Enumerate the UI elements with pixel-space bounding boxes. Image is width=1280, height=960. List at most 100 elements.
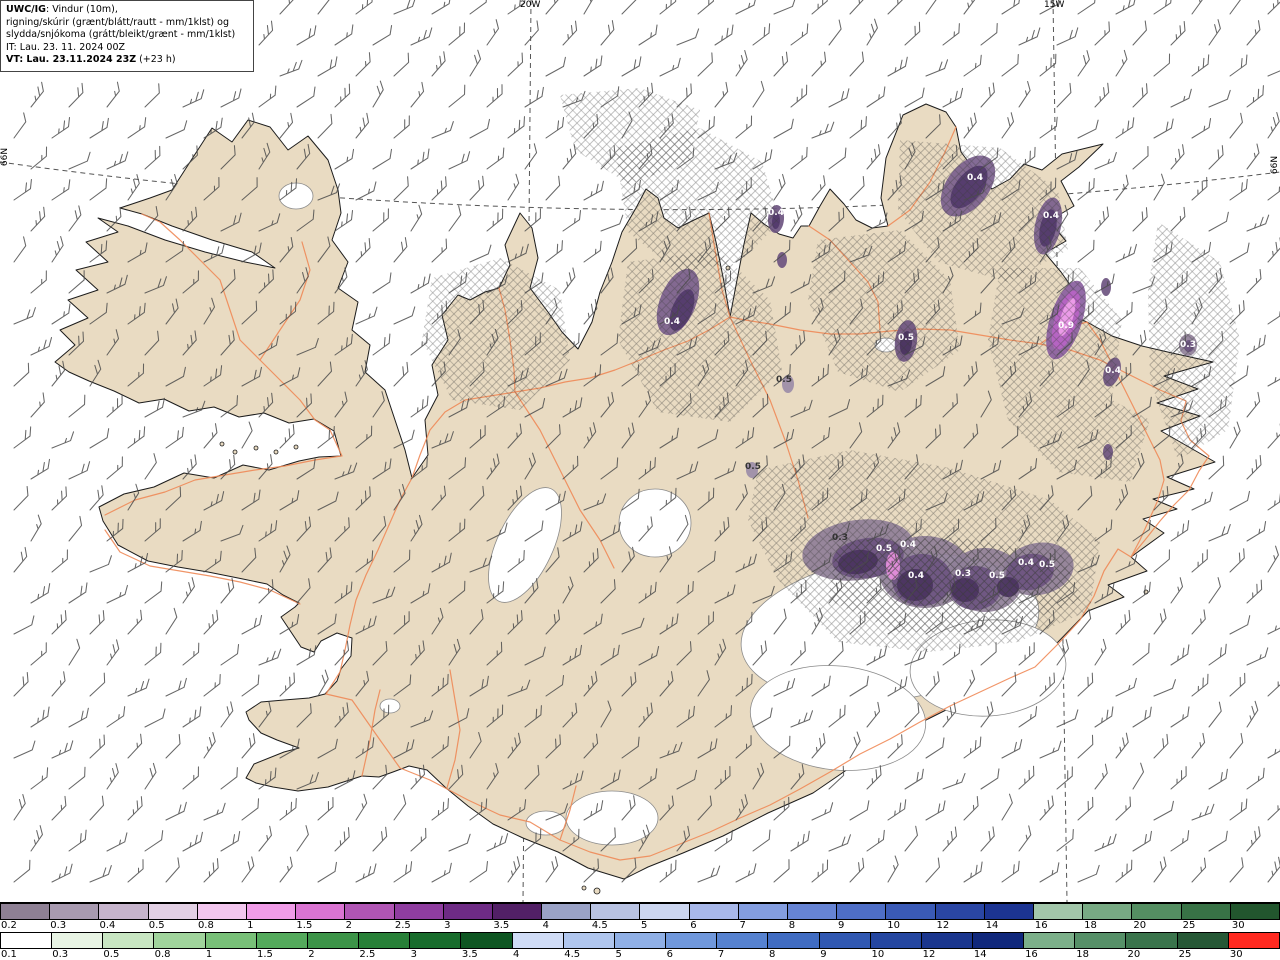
colorbar-cell <box>345 903 395 920</box>
colorbar-tick-label: 25 <box>1178 948 1192 960</box>
colorbar-cell <box>935 903 985 920</box>
colorbar-cell <box>837 903 887 920</box>
colorbar-tick-label: 30 <box>1231 920 1245 931</box>
legend-line-rain: rigning/skúrir (grænt/blátt/rautt - mm/1… <box>6 16 229 28</box>
colorbar-cell <box>1083 903 1133 920</box>
colorbar-cell <box>296 903 346 920</box>
colorbar-tick-label: 14 <box>985 920 999 931</box>
colorbar-tick-label: 9 <box>837 920 845 931</box>
legend-line-vt: VT: Lau. 23.11.2024 23Z (+23 h) <box>6 54 248 67</box>
precip-value-label: 0.4 <box>1018 558 1034 568</box>
lat-label-left-66n: 66N <box>0 147 11 167</box>
colorbar-tick-label: 6 <box>666 948 674 960</box>
legend-line-sleet: slydda/snjókoma (grátt/bleikt/grænt - mm… <box>6 29 236 41</box>
colorbar-tick-label: 3.5 <box>493 920 510 931</box>
colorbar-tick-label: 8 <box>769 948 776 960</box>
precip-value-label: 0.4 <box>1043 211 1059 221</box>
colorbar-cell <box>394 903 444 920</box>
colorbar-cell <box>154 931 206 949</box>
colorbar-tick-label: 18 <box>1076 948 1089 960</box>
precip-value-label: 0.4 <box>1105 366 1121 376</box>
colorbar-tick-label: 7 <box>717 948 725 960</box>
precipitation-colorbars: 0.2 0.3 0.4 0.5 0.8 1 1.5 2 2.5 3 3.5 4 4.5 5 6 7 8 9 10 12… <box>0 902 1280 960</box>
colorbar-tick-label: 5 <box>641 920 648 931</box>
colorbar-tick-label: 1.5 <box>257 948 273 960</box>
colorbar-cell <box>1228 931 1280 949</box>
colorbar-tick-label: 6 <box>690 920 697 931</box>
colorbar-tick-label: 0.4 <box>99 920 116 931</box>
colorbar-tick-label: 5 <box>615 948 622 960</box>
vt-offset: (+23 h) <box>136 54 176 66</box>
colorbar-tick-label: 2 <box>308 948 315 960</box>
legend-line-it: IT: Lau. 23. 11. 2024 00Z <box>6 41 126 53</box>
colorbar-tick-label: 10 <box>871 948 885 960</box>
colorbar-cell <box>886 903 936 920</box>
colorbar-cell <box>197 903 247 920</box>
precip-value-label: 0.3 <box>1180 340 1196 350</box>
precip-value-label: 0.5 <box>745 462 761 472</box>
precip-value-label: 0.5 <box>1039 560 1055 570</box>
colorbar-cell <box>819 931 871 949</box>
precip-value-label: 0.4 <box>664 317 680 327</box>
precip-value-label: 0.4 <box>768 208 784 218</box>
colorbar-cell <box>614 931 667 949</box>
colorbar-tick-label: 20 <box>1133 920 1147 931</box>
colorbar-cell <box>921 931 973 949</box>
colorbar-cell <box>443 903 493 920</box>
colorbar-cell <box>492 903 543 920</box>
precip-value-label: 0.4 <box>908 571 924 581</box>
colorbar-tick-label: 4 <box>542 920 549 931</box>
colorbar-tick-label: 4.5 <box>591 920 608 931</box>
title-rest: : Vindur (10m), <box>45 4 118 15</box>
colorbar-rain-labels: 0.1 0.3 0.5 0.8 1 1.5 2 2.5 3 3.5 4 4.5 5 6 7 8 9 10 12 14 1… <box>0 949 1280 960</box>
colorbar-tick-label: 20 <box>1127 948 1141 960</box>
colorbar-cell <box>410 931 462 949</box>
colorbar-tick-label: 2 <box>345 920 353 931</box>
colorbar-cell <box>984 903 1034 920</box>
legend-info-box: UWC/IG: Vindur (10m), rigning/skúrir (gr… <box>0 0 254 72</box>
colorbar-tick-label: 10 <box>887 920 900 931</box>
vt-time: VT: Lau. 23.11.2024 23Z <box>6 54 137 66</box>
colorbar-tick-label: 12 <box>936 920 950 931</box>
colorbar-cell <box>103 931 155 949</box>
colorbar-cell <box>461 931 513 949</box>
weather-map-page: 0.4 0.4 0.4 0.4 0.5 0.9 0.4 0.3 0.5 0.5 0.3 0.5 0.4 0… <box>0 0 1280 960</box>
colorbar-tick-label: 0.5 <box>103 948 120 960</box>
colorbar-tick-label: 0.3 <box>50 920 67 931</box>
colorbar-tick-label: 30 <box>1229 948 1243 960</box>
colorbar-tick-label: 2.5 <box>359 948 376 960</box>
precip-value-label: 0.4 <box>900 540 916 550</box>
colorbar-tick-label: 3 <box>410 948 417 960</box>
precip-value-label: 0.5 <box>876 544 892 554</box>
colorbar-tick-label: 8 <box>788 920 796 931</box>
lon-label-20w: 20W <box>520 0 541 10</box>
precip-value-label: 0.5 <box>776 375 792 385</box>
colorbar-cell <box>359 931 411 949</box>
precip-value-label: 0.5 <box>989 571 1005 581</box>
colorbar-sleet-snow-labels: 0.2 0.3 0.4 0.5 0.8 1 1.5 2 2.5 3 3.5 4 4.5 5 6 7 8 9 10 12… <box>0 920 1280 932</box>
colorbar-tick-label: 16 <box>1025 948 1038 960</box>
colorbar-cell <box>307 931 360 949</box>
colorbar-tick-label: 25 <box>1182 920 1196 931</box>
precip-value-label: 0.5 <box>898 333 914 343</box>
colorbar-tick-label: 0.1 <box>1 948 17 960</box>
colorbar-cell <box>788 903 838 920</box>
colorbar-cell <box>689 903 739 920</box>
colorbar-cell <box>1230 903 1280 920</box>
product-code: UWC/IG <box>6 4 46 15</box>
iceland-weather-map: 0.4 0.4 0.4 0.4 0.5 0.9 0.4 0.3 0.5 0.5 0.3 0.5 0.4 0… <box>0 0 1280 902</box>
colorbar-cell <box>148 903 198 920</box>
colorbar-tick-label: 1 <box>247 920 254 931</box>
colorbar-tick-label: 14 <box>973 948 987 960</box>
colorbar-tick-label: 9 <box>820 948 827 960</box>
map-canvas: 0.4 0.4 0.4 0.4 0.5 0.9 0.4 0.3 0.5 0.5 0.3 0.5 0.4 0… <box>0 0 1280 902</box>
precip-value-label: 0.3 <box>955 569 971 579</box>
lat-label-right-66n: 66N <box>1269 155 1280 175</box>
colorbar-cell <box>512 931 564 949</box>
colorbar-cell <box>666 931 718 949</box>
colorbar-cell <box>640 903 690 920</box>
colorbar-tick-label: 16 <box>1034 920 1048 931</box>
colorbar-cell <box>1177 931 1229 949</box>
colorbar-tick-label: 3.5 <box>461 948 478 960</box>
colorbar-tick-label: 0.2 <box>1 920 17 931</box>
